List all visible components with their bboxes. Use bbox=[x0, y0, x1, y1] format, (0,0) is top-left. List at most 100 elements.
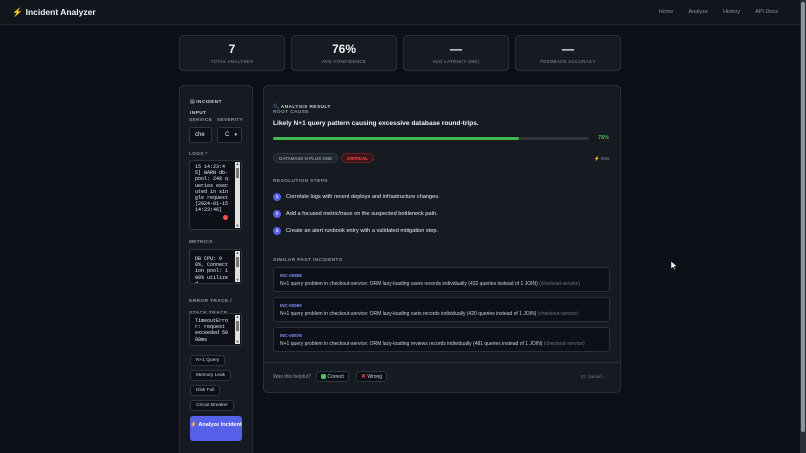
severity-badge: CRITICAL bbox=[341, 153, 374, 163]
step-text: Correlate logs with recent deploys and i… bbox=[286, 194, 440, 200]
stat-total-analyses: 7 TOTAL ANALYSES bbox=[179, 35, 285, 71]
step-number: 1 bbox=[273, 193, 281, 201]
page-scrollbar[interactable] bbox=[800, 0, 806, 453]
incident-text: N+1 query problem in checkout-service: O… bbox=[280, 341, 543, 347]
similar-incident-card[interactable]: INC-00590 N+1 query problem in checkout-… bbox=[273, 297, 610, 322]
stat-feedback-accuracy: — FEEDBACK ACCURACY bbox=[515, 35, 621, 71]
scrollbar-thumb[interactable] bbox=[236, 321, 239, 331]
nav-links: Home Analyze History API Docs bbox=[659, 9, 778, 15]
scrollbar-thumb[interactable] bbox=[801, 2, 805, 432]
metrics-text: DB CPU: 98%, Connection pool: 100% utili… bbox=[195, 256, 229, 284]
service-label: SERVICE bbox=[189, 118, 213, 123]
nav-link-analyze[interactable]: Analyze bbox=[688, 9, 708, 15]
preset-memory-leak-button[interactable]: Memory Leak bbox=[190, 370, 232, 381]
brand-name: Incident Analyzer bbox=[25, 7, 96, 17]
incident-id[interactable]: INC-00578 bbox=[280, 333, 302, 338]
resize-handle-icon[interactable] bbox=[223, 215, 228, 220]
stat-label: AVG CONFIDENCE bbox=[321, 59, 367, 64]
analysis-id: ID: 1ae4ef... bbox=[581, 374, 606, 379]
incident-text: N+1 query problem in checkout-service: O… bbox=[280, 311, 537, 317]
preset-disk-full-button[interactable]: Disk Full bbox=[190, 385, 221, 396]
confidence-bar-fill bbox=[273, 137, 520, 140]
incident-description: N+1 query problem in checkout-service: O… bbox=[280, 341, 585, 347]
scrollbar-thumb[interactable] bbox=[236, 168, 239, 178]
nav-link-history[interactable]: History bbox=[723, 9, 740, 15]
feedback-wrong-button[interactable]: ✕ Wrong bbox=[356, 371, 388, 382]
resolution-steps-label: RESOLUTION STEPS bbox=[273, 179, 328, 184]
latency-readout: ⚡ 0ms bbox=[594, 156, 609, 162]
scroll-down-icon[interactable]: ▼ bbox=[235, 224, 240, 228]
nav-link-home[interactable]: Home bbox=[659, 9, 674, 15]
divider bbox=[263, 362, 621, 363]
stat-value: 76% bbox=[331, 42, 357, 56]
stat-value: — bbox=[450, 42, 462, 56]
service-input[interactable]: che bbox=[189, 127, 212, 143]
brand-logo[interactable]: ⚡ Incident Analyzer bbox=[12, 7, 96, 18]
incident-text: N+1 query problem in checkout-service: O… bbox=[280, 281, 538, 287]
incident-description: N+1 query problem in checkout-service: O… bbox=[280, 311, 579, 317]
scroll-down-icon[interactable]: ▼ bbox=[235, 340, 240, 344]
incident-id[interactable]: INC-00858 bbox=[280, 273, 302, 278]
analyze-button-label: Analyze Incident bbox=[198, 422, 242, 428]
incident-service: (checkout-service) bbox=[539, 281, 581, 287]
severity-select[interactable]: C ▾ bbox=[217, 127, 242, 143]
preset-n-plus-one-button[interactable]: N+1 Query bbox=[190, 355, 226, 366]
lightning-icon: ⚡ bbox=[12, 7, 23, 17]
correct-label: Correct bbox=[327, 374, 344, 380]
scroll-down-icon[interactable]: ▼ bbox=[235, 278, 240, 282]
logs-textarea[interactable]: 15 14:23:45] WARN db-pool: 248 queries e… bbox=[189, 160, 242, 230]
severity-label: SEVERITY bbox=[217, 118, 244, 123]
similar-incident-card[interactable]: INC-00858 N+1 query problem in checkout-… bbox=[273, 267, 610, 292]
step-text: Add a focused metric/trace on the suspec… bbox=[286, 211, 438, 217]
resolution-step: 3 Create an alert runbook entry with a va… bbox=[273, 227, 438, 235]
metrics-label: METRICS bbox=[189, 240, 213, 245]
mouse-cursor-icon bbox=[671, 261, 678, 271]
scrollbar-thumb[interactable] bbox=[236, 257, 239, 267]
stat-value: 7 bbox=[228, 42, 236, 56]
resolution-step: 2 Add a focused metric/trace on the suspe… bbox=[273, 210, 438, 218]
severity-value: C bbox=[225, 132, 230, 138]
logs-scrollbar[interactable]: ▲ ▼ bbox=[235, 162, 240, 228]
feedback-question: Was this helpful? bbox=[273, 374, 311, 380]
wrong-label: Wrong bbox=[367, 374, 383, 380]
scroll-up-icon[interactable]: ▲ bbox=[235, 162, 240, 166]
incident-service: (checkout-service) bbox=[537, 311, 579, 317]
chevron-down-icon: ▾ bbox=[234, 132, 237, 138]
stat-value: — bbox=[562, 42, 574, 56]
root-cause-text: Likely N+1 query pattern causing excessi… bbox=[273, 120, 479, 127]
similar-incident-card[interactable]: INC-00578 N+1 query problem in checkout-… bbox=[273, 327, 610, 352]
preset-circuit-breaker-button[interactable]: Circuit Breaker bbox=[190, 400, 234, 411]
incident-input-header: ▤ INCIDENT INPUT bbox=[190, 95, 235, 117]
confidence-value: 78% bbox=[598, 135, 610, 141]
scroll-up-icon[interactable]: ▲ bbox=[235, 315, 240, 319]
stat-label: TOTAL ANALYSES bbox=[210, 59, 254, 64]
stat-avg-confidence: 76% AVG CONFIDENCE bbox=[291, 35, 397, 71]
stat-label: FEEDBACK ACCURACY bbox=[540, 59, 596, 64]
category-badge: DATABASE N PLUS ONE bbox=[273, 153, 339, 163]
metrics-scrollbar[interactable]: ▲ ▼ bbox=[235, 251, 240, 282]
resolution-step: 1 Correlate logs with recent deploys and … bbox=[273, 193, 440, 201]
error-trace-text: TimeoutError: request exceeded 5000ms bbox=[195, 318, 229, 343]
incident-service: (checkout-service) bbox=[543, 341, 585, 347]
lightning-icon: ⚡ bbox=[594, 156, 600, 161]
check-icon: ✓ bbox=[321, 374, 326, 379]
stat-avg-latency: — AVG LATENCY (MS) bbox=[403, 35, 509, 71]
latency-value: 0ms bbox=[600, 156, 610, 161]
root-cause-label: ROOT CAUSE bbox=[273, 110, 309, 115]
trace-scrollbar[interactable]: ▲ ▼ bbox=[235, 315, 240, 344]
step-number: 2 bbox=[273, 210, 281, 218]
metrics-textarea[interactable]: DB CPU: 98%, Connection pool: 100% utili… bbox=[189, 249, 242, 284]
error-trace-textarea[interactable]: TimeoutError: request exceeded 5000ms ▲ ▼ bbox=[189, 313, 242, 346]
stat-label: AVG LATENCY (MS) bbox=[432, 59, 480, 64]
nav-link-api-docs[interactable]: API Docs bbox=[755, 9, 778, 15]
step-number: 3 bbox=[273, 227, 281, 235]
feedback-correct-button[interactable]: ✓ Correct bbox=[316, 371, 349, 382]
similar-incidents-label: SIMILAR PAST INCIDENTS bbox=[273, 258, 343, 263]
logs-label: LOGS * bbox=[189, 152, 208, 157]
step-text: Create an alert runbook entry with a val… bbox=[286, 228, 439, 234]
confidence-bar bbox=[273, 137, 589, 140]
scroll-up-icon[interactable]: ▲ bbox=[235, 251, 240, 255]
cross-icon: ✕ bbox=[361, 374, 367, 380]
incident-id[interactable]: INC-00590 bbox=[280, 303, 302, 308]
analyze-incident-button[interactable]: ⚡ Analyze Incident bbox=[190, 416, 242, 441]
